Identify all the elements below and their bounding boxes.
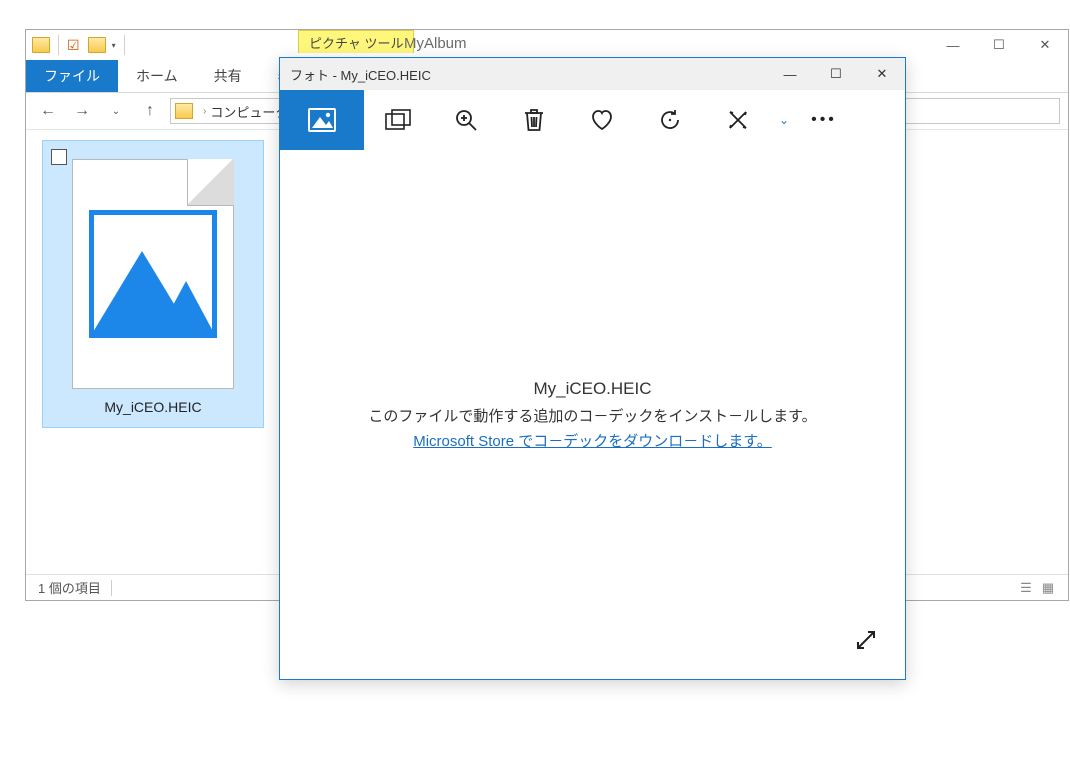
more-button[interactable]: •••: [796, 90, 852, 150]
tab-share[interactable]: 共有: [196, 60, 260, 92]
codec-message: このファイルで動作する追加のコ－デックをインスト－ルします。: [368, 405, 816, 426]
minimize-button[interactable]: —: [767, 58, 813, 90]
edit-icon: [726, 108, 750, 132]
photos-toolbar: ⌄ •••: [280, 90, 905, 150]
download-codec-link[interactable]: Microsoft Store でコ－デックをダウンロ－ドします。: [413, 430, 772, 451]
nav-history-dropdown[interactable]: ⌄: [102, 97, 130, 125]
fullscreen-button[interactable]: [849, 623, 883, 657]
rotate-button[interactable]: [636, 90, 704, 150]
view-mode-buttons: ☰ ▦: [1018, 580, 1056, 596]
chevron-right-icon[interactable]: ›: [203, 106, 206, 117]
compare-icon: [385, 109, 411, 131]
item-count-label: 1 個の項目: [38, 578, 101, 597]
details-view-icon[interactable]: ☰: [1018, 580, 1034, 596]
photos-window-title: フォト - My_iCEO.HEIC: [290, 65, 431, 84]
view-photo-button[interactable]: [280, 90, 364, 150]
rotate-icon: [658, 108, 682, 132]
folder-icon[interactable]: [32, 37, 50, 53]
compare-button[interactable]: [364, 90, 432, 150]
page-corner-icon: [187, 159, 234, 206]
tab-home[interactable]: ホーム: [118, 60, 196, 92]
photo-icon: [308, 108, 336, 132]
folder-icon: [175, 103, 193, 119]
large-icons-view-icon[interactable]: ▦: [1040, 580, 1056, 596]
nav-back-button[interactable]: ←: [34, 97, 62, 125]
qat-dropdown-icon[interactable]: ▾: [112, 41, 116, 50]
photos-titlebar[interactable]: フォト - My_iCEO.HEIC — ☐ ✕: [280, 58, 905, 90]
address-segment[interactable]: コンピュータ: [210, 102, 288, 121]
qat-divider-2: [124, 35, 125, 55]
new-folder-icon[interactable]: [88, 37, 106, 53]
nav-forward-button[interactable]: →: [68, 97, 96, 125]
explorer-window-title: MyAlbum: [404, 35, 467, 52]
zoom-icon: [454, 108, 478, 132]
status-divider: [111, 580, 112, 596]
picture-tools-context-tab[interactable]: ピクチャ ツール: [298, 30, 414, 53]
photo-filename: My_iCEO.HEIC: [533, 379, 651, 399]
trash-icon: [523, 108, 545, 132]
favorite-button[interactable]: [568, 90, 636, 150]
edit-button[interactable]: [704, 90, 772, 150]
photos-app-window: フォト - My_iCEO.HEIC — ☐ ✕: [279, 57, 906, 680]
nav-up-button[interactable]: ↑: [136, 97, 164, 125]
qat-divider: [58, 35, 59, 55]
file-item-selected[interactable]: My_iCEO.HEIC: [42, 140, 264, 428]
tab-file[interactable]: ファイル: [26, 60, 118, 92]
maximize-button[interactable]: ☐: [976, 30, 1022, 60]
more-icon: •••: [811, 111, 837, 129]
maximize-button[interactable]: ☐: [813, 58, 859, 90]
fullscreen-icon: [855, 629, 877, 651]
close-button[interactable]: ✕: [1022, 30, 1068, 60]
minimize-button[interactable]: —: [930, 30, 976, 60]
photos-window-buttons: — ☐ ✕: [767, 58, 905, 90]
quick-access-toolbar: ☑ ▾: [26, 30, 125, 60]
properties-icon[interactable]: ☑: [67, 37, 80, 54]
photos-content-area: My_iCEO.HEIC このファイルで動作する追加のコ－デックをインスト－ルし…: [280, 150, 905, 679]
image-placeholder-icon: [89, 210, 217, 338]
delete-button[interactable]: [500, 90, 568, 150]
file-name-label[interactable]: My_iCEO.HEIC: [104, 399, 201, 415]
file-checkbox[interactable]: [51, 149, 67, 165]
zoom-button[interactable]: [432, 90, 500, 150]
heart-icon: [589, 108, 615, 132]
file-thumbnail: [72, 159, 234, 389]
explorer-window-buttons: — ☐ ✕: [930, 30, 1068, 60]
explorer-titlebar[interactable]: ☑ ▾ ピクチャ ツール MyAlbum — ☐ ✕: [26, 30, 1068, 60]
close-button[interactable]: ✕: [859, 58, 905, 90]
edit-dropdown[interactable]: ⌄: [772, 90, 796, 150]
